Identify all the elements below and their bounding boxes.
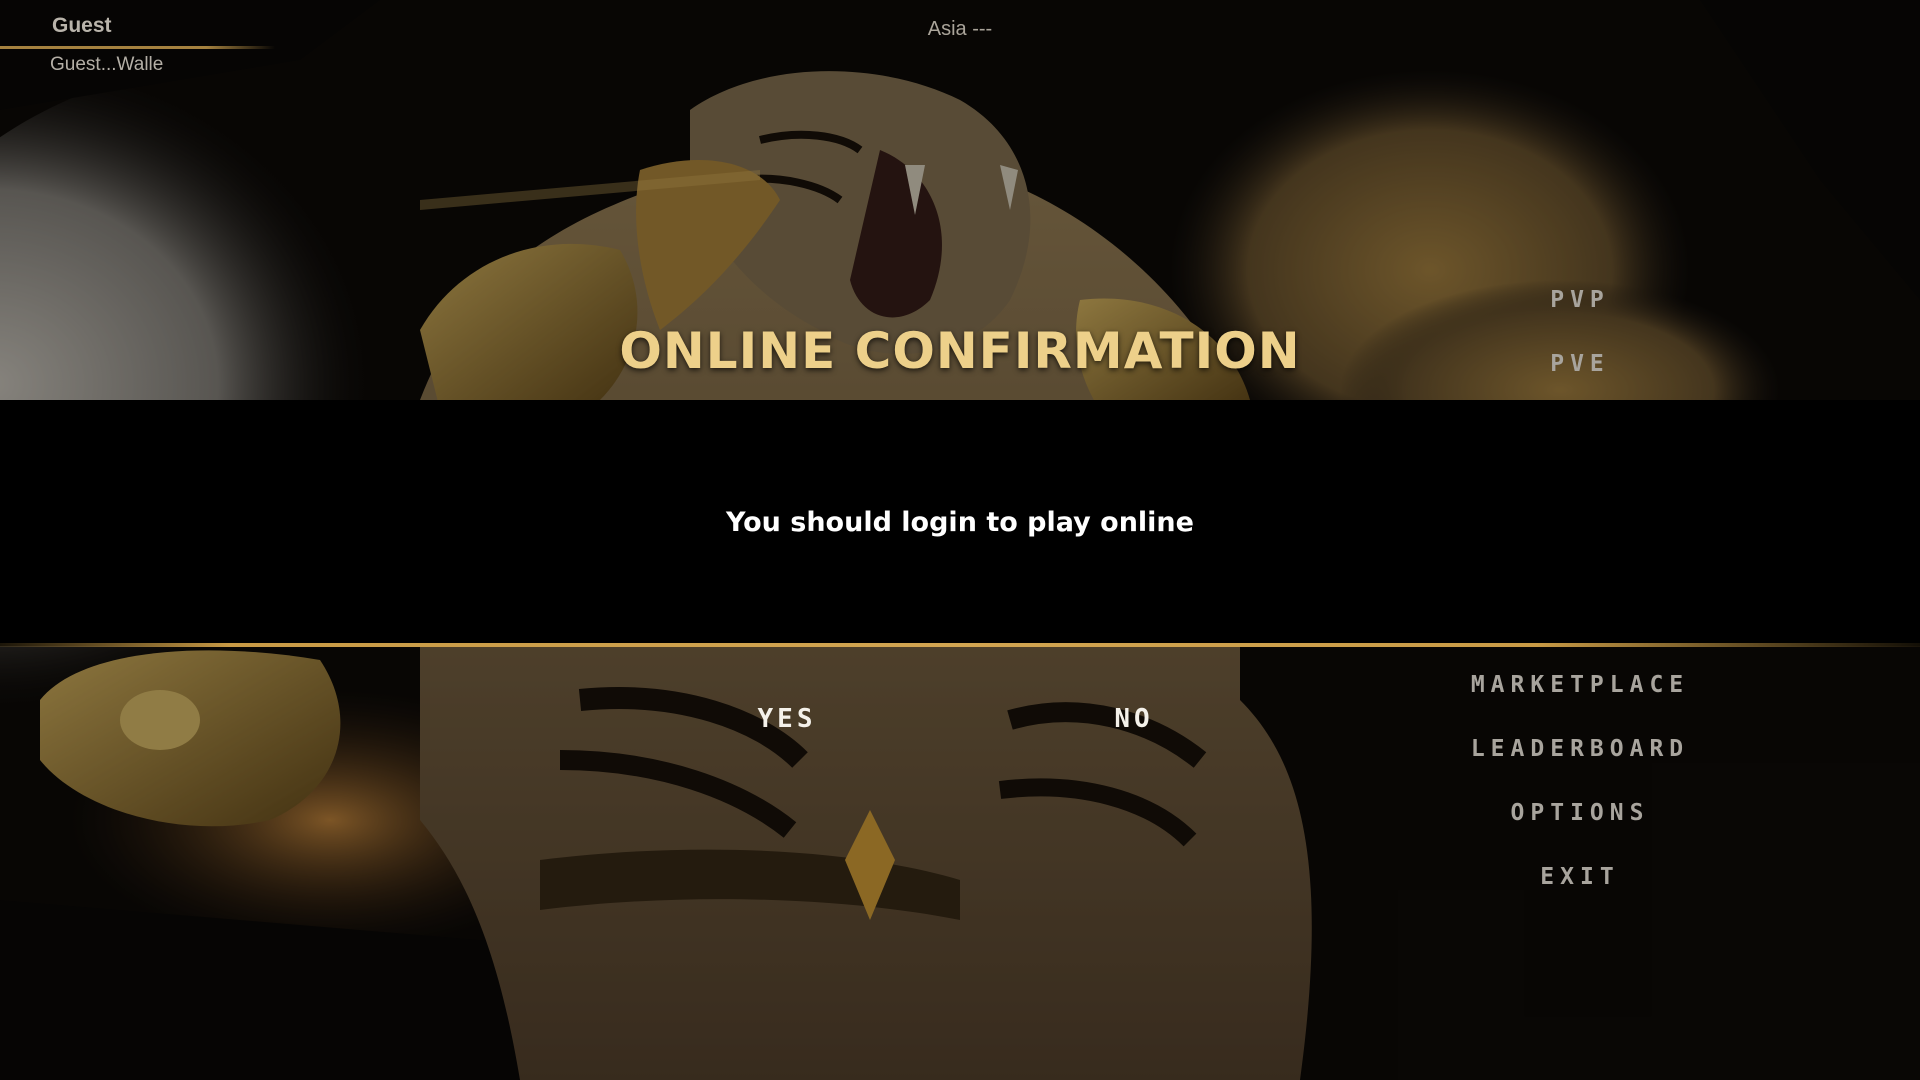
no-button[interactable]: NO: [1034, 700, 1234, 738]
menu-item-exit[interactable]: EXIT: [1380, 864, 1780, 890]
player-divider: [0, 46, 275, 49]
dialog-message: You should login to play online: [726, 507, 1194, 538]
dialog-title: ONLINE CONFIRMATION: [619, 322, 1301, 380]
server-region-label: Asia ---: [927, 18, 993, 40]
menu-item-options[interactable]: OPTIONS: [1380, 800, 1780, 826]
yes-button[interactable]: YES: [687, 700, 887, 738]
menu-item-pvp[interactable]: PVP: [1380, 287, 1780, 313]
menu-item-leaderboard[interactable]: LEADERBOARD: [1380, 736, 1780, 762]
dialog-bottom-rule: [0, 643, 1920, 647]
player-wallet: Guest...Walle: [50, 54, 164, 75]
menu-item-marketplace[interactable]: MARKETPLACE: [1380, 672, 1780, 698]
